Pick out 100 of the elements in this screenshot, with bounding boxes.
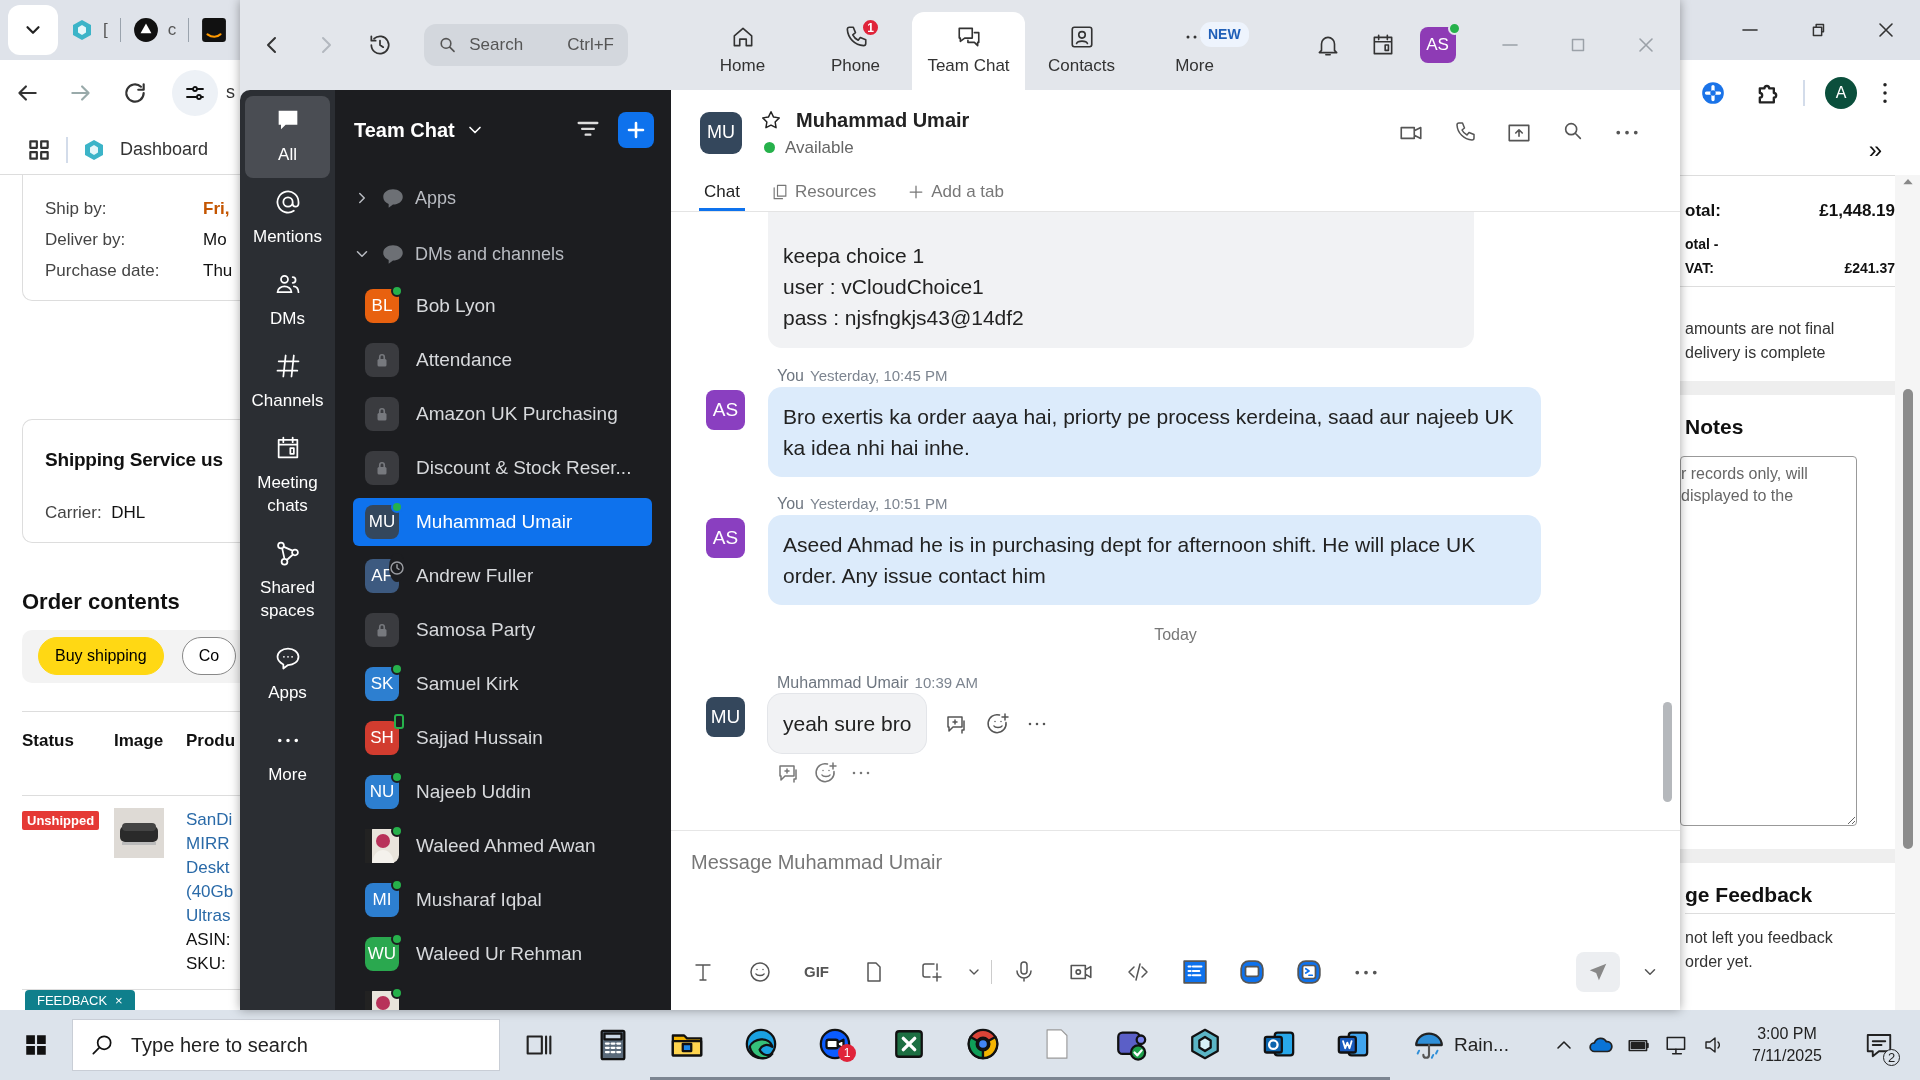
- nav-tab[interactable]: Contacts: [1025, 12, 1138, 90]
- summary-label: otal:: [1685, 200, 1721, 222]
- phone-icon[interactable]: [1453, 119, 1477, 144]
- send-button[interactable]: [1576, 952, 1620, 992]
- weather-text[interactable]: Rain...: [1454, 1030, 1509, 1060]
- rail-item[interactable]: More: [245, 716, 330, 798]
- rail-item[interactable]: Shared spaces: [245, 529, 330, 634]
- rail-item[interactable]: Channels: [245, 342, 330, 424]
- add-reaction-icon[interactable]: [814, 761, 838, 785]
- conversation-item[interactable]: SH Sajjad Hussain: [353, 714, 652, 762]
- product-link[interactable]: SanDi: [186, 807, 234, 832]
- conversation-item[interactable]: Attendance: [353, 336, 652, 384]
- conversation-item[interactable]: Discount & Stock Reser...: [353, 444, 652, 492]
- rail-item[interactable]: All: [245, 96, 330, 178]
- nav-tab[interactable]: Team Chat: [912, 12, 1025, 90]
- tab-title[interactable]: c: [167, 17, 177, 43]
- title-dropdown[interactable]: Team Chat: [354, 115, 485, 145]
- browser-icon[interactable]: [966, 1026, 1000, 1061]
- close-icon[interactable]: ×: [115, 991, 123, 1010]
- avatar: AS: [706, 390, 745, 430]
- bookmarks-overflow-button[interactable]: »: [1868, 132, 1882, 168]
- terminal-app-icon[interactable]: [1295, 959, 1322, 985]
- section-title: Order contents: [22, 587, 181, 616]
- avatar: WU: [365, 937, 399, 971]
- new-chat-button[interactable]: [618, 112, 654, 148]
- chat-tab[interactable]: Resources: [764, 175, 882, 211]
- product-link[interactable]: Deskt: [186, 855, 234, 880]
- rail-item[interactable]: Apps: [245, 634, 330, 716]
- star-icon[interactable]: [760, 108, 782, 131]
- clock-time[interactable]: 3:00 PM: [1757, 1023, 1817, 1045]
- chat-tab[interactable]: Add a tab: [901, 175, 1009, 211]
- message-bubble: keepa choice 1 user : vCloudChoice1 pass : njsfngkjs43@14df2: [768, 212, 1474, 348]
- conversation-item[interactable]: Samosa Party: [353, 606, 652, 654]
- date-divider: Today: [1154, 626, 1197, 643]
- search-bar[interactable]: Type here to search: [72, 1019, 500, 1071]
- start-icon[interactable]: [23, 1032, 49, 1058]
- scrollbar-thumb[interactable]: [1902, 389, 1913, 849]
- feedback-button[interactable]: FEEDBACK ×: [25, 990, 135, 1010]
- nav-tab[interactable]: NEW More: [1138, 12, 1251, 90]
- nav-tab[interactable]: 1 Phone: [799, 12, 912, 90]
- browser-icon[interactable]: [744, 1026, 778, 1061]
- profile-avatar[interactable]: A: [1825, 76, 1857, 109]
- chat-tab[interactable]: Chat: [699, 175, 745, 211]
- whiteboard-app-icon[interactable]: [1238, 959, 1265, 985]
- conversation-item[interactable]: Amazon UK Purchasing: [353, 390, 652, 438]
- field-label: Deliver by:: [45, 229, 127, 251]
- conversation-item[interactable]: SK Samuel Kirk: [353, 660, 652, 708]
- bookmark-favicon-icon: [82, 137, 106, 162]
- extension-icon[interactable]: [1699, 79, 1726, 106]
- product-link[interactable]: Ultras: [186, 903, 234, 928]
- conversation-item[interactable]: MU Muhammad Umair: [353, 498, 652, 546]
- more-icon[interactable]: [1354, 969, 1377, 975]
- more-icon[interactable]: [1616, 130, 1638, 135]
- field-value: Fri,: [203, 198, 230, 220]
- contact-card-icon: [1068, 23, 1095, 50]
- section-header[interactable]: DMs and channels: [335, 226, 671, 282]
- column-header: Produ: [186, 730, 236, 753]
- more-icon[interactable]: [1028, 721, 1047, 726]
- avatar: MI: [365, 883, 399, 917]
- gif-button[interactable]: GIF: [804, 960, 829, 984]
- conversation-item[interactable]: NU Najeeb Uddin: [353, 768, 652, 816]
- clock-date[interactable]: 7/11/2025: [1752, 1045, 1822, 1067]
- bookmark-link[interactable]: Dashboard: [120, 136, 209, 163]
- product-link[interactable]: MIRR: [186, 831, 234, 856]
- conversation-item[interactable]: AF Andrew Fuller: [353, 552, 652, 600]
- search-bar[interactable]: Search Ctrl+F: [424, 24, 628, 66]
- message-time: Yesterday, 10:51 PM: [810, 493, 948, 514]
- buy-shipping-button[interactable]: Buy shipping: [38, 637, 164, 676]
- list-app-icon[interactable]: [1181, 959, 1208, 985]
- notes-field[interactable]: r records only, will displayed to the: [1680, 456, 1857, 826]
- product-link[interactable]: (40Gb: [186, 879, 234, 904]
- field-label: Ship by:: [45, 198, 108, 220]
- emoji-icon[interactable]: [747, 960, 772, 984]
- hexagon-app-icon[interactable]: [1188, 1026, 1222, 1061]
- field-value: Thu: [203, 260, 233, 282]
- conversation-item[interactable]: WU Waleed Ur Rehman: [353, 930, 652, 978]
- address-text[interactable]: s: [226, 79, 235, 106]
- section-header[interactable]: Apps: [335, 170, 671, 226]
- message-bubble: yeah sure bro: [768, 694, 927, 753]
- secondary-button[interactable]: Co: [181, 637, 237, 676]
- tab-title[interactable]: [: [103, 17, 108, 43]
- rail-item[interactable]: Mentions: [245, 178, 330, 260]
- conversation-item[interactable]: MI Musharaf Iqbal: [353, 876, 652, 924]
- card-title: Shipping Service us: [45, 448, 224, 472]
- column-header: Image: [114, 730, 165, 753]
- code-icon[interactable]: [1125, 960, 1150, 984]
- conversation-item[interactable]: Waleed Ahmed Awan: [353, 822, 652, 870]
- message-bubble: Bro exertis ka order aaya hai, priorty pe process kerdeina, saad aur najeeb UK ka idea nhi hai inhe.: [768, 387, 1541, 477]
- site-settings-button[interactable]: [172, 69, 218, 116]
- field-label: SKU:: [186, 952, 227, 975]
- rail-item[interactable]: Meeting chats: [245, 424, 330, 529]
- message-time: 10:39 AM: [914, 672, 978, 693]
- scrollbar-thumb[interactable]: [1663, 702, 1672, 802]
- rail-item[interactable]: DMs: [245, 260, 330, 342]
- history-icon[interactable]: [367, 32, 393, 58]
- notification-count: 2: [1883, 1049, 1900, 1066]
- nav-tab[interactable]: Home: [686, 12, 799, 90]
- search-input[interactable]: Search: [467, 31, 558, 59]
- add-reaction-icon[interactable]: [986, 711, 1011, 736]
- conversation-item[interactable]: BL Bob Lyon: [353, 282, 652, 330]
